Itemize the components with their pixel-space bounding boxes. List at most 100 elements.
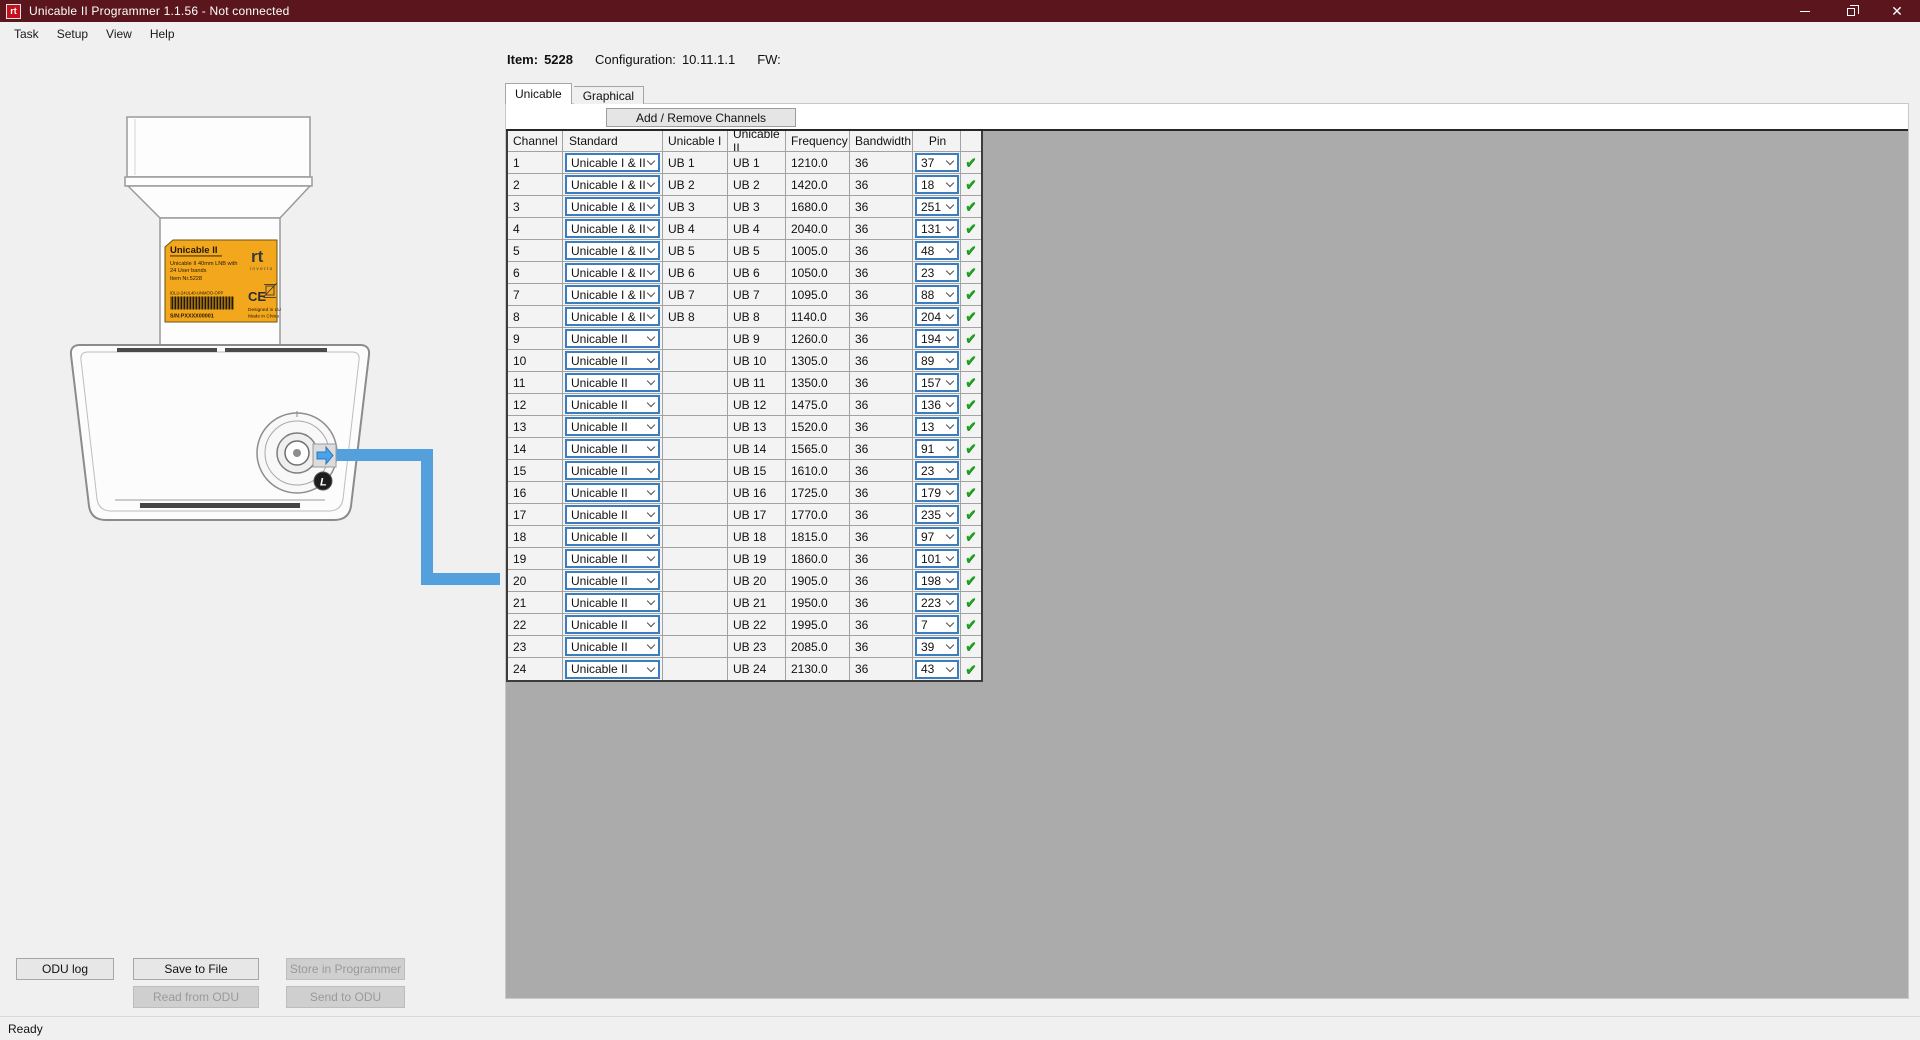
menu-task[interactable]: Task xyxy=(5,24,48,44)
standard-dropdown[interactable]: Unicable II xyxy=(565,461,660,480)
check-icon xyxy=(965,176,977,193)
restore-button[interactable] xyxy=(1828,0,1874,22)
unicable1-cell xyxy=(663,504,728,526)
pin-dropdown[interactable]: 43 xyxy=(915,660,959,679)
chevron-down-icon xyxy=(647,619,655,627)
bandwidth-cell: 36 xyxy=(850,504,913,526)
bandwidth-cell: 36 xyxy=(850,460,913,482)
label-made: Made in China xyxy=(248,314,279,320)
standard-dropdown[interactable]: Unicable II xyxy=(565,483,660,502)
standard-dropdown[interactable]: Unicable II xyxy=(565,527,660,546)
table-row: 23 Unicable II UB 23 2085.0 36 39 xyxy=(508,636,981,658)
standard-dropdown[interactable]: Unicable I & II xyxy=(565,285,660,304)
tab-graphical[interactable]: Graphical xyxy=(574,86,644,104)
standard-dropdown[interactable]: Unicable I & II xyxy=(565,241,660,260)
standard-dropdown[interactable]: Unicable II xyxy=(565,373,660,392)
pin-dropdown[interactable]: 13 xyxy=(915,417,959,436)
chevron-down-icon xyxy=(946,663,954,671)
standard-cell: Unicable II xyxy=(563,570,663,592)
standard-dropdown[interactable]: Unicable II xyxy=(565,329,660,348)
pin-dropdown[interactable]: 101 xyxy=(915,549,959,568)
label-code: IDLU-24UL40-UNMOO-OPP xyxy=(170,291,223,296)
standard-cell: Unicable II xyxy=(563,504,663,526)
standard-dropdown[interactable]: Unicable I & II xyxy=(565,197,660,216)
pin-dropdown[interactable]: 23 xyxy=(915,263,959,282)
close-button[interactable]: ✕ xyxy=(1874,0,1920,22)
pin-dropdown[interactable]: 198 xyxy=(915,571,959,590)
save-to-file-button[interactable]: Save to File xyxy=(133,958,259,980)
chevron-down-icon xyxy=(647,487,655,495)
standard-dropdown[interactable]: Unicable I & II xyxy=(565,307,660,326)
pin-dropdown[interactable]: 204 xyxy=(915,307,959,326)
pin-dropdown[interactable]: 157 xyxy=(915,373,959,392)
chevron-down-icon xyxy=(946,443,954,451)
pin-dropdown[interactable]: 136 xyxy=(915,395,959,414)
standard-dropdown[interactable]: Unicable II xyxy=(565,417,660,436)
pin-dropdown[interactable]: 251 xyxy=(915,197,959,216)
pin-dropdown[interactable]: 235 xyxy=(915,505,959,524)
standard-dropdown[interactable]: Unicable I & II xyxy=(565,219,660,238)
menu-setup[interactable]: Setup xyxy=(48,24,97,44)
standard-dropdown[interactable]: Unicable II xyxy=(565,615,660,634)
pin-dropdown[interactable]: 18 xyxy=(915,175,959,194)
pin-dropdown[interactable]: 48 xyxy=(915,241,959,260)
pin-dropdown[interactable]: 91 xyxy=(915,439,959,458)
pin-dropdown[interactable]: 223 xyxy=(915,593,959,612)
row-valid-cell xyxy=(961,636,981,658)
unicable2-cell: UB 17 xyxy=(728,504,786,526)
label-line2: 24 User bands xyxy=(170,268,207,274)
row-valid-cell xyxy=(961,196,981,218)
check-icon xyxy=(965,550,977,567)
pin-dropdown[interactable]: 23 xyxy=(915,461,959,480)
frequency-cell: 1005.0 xyxy=(786,240,850,262)
unicable1-cell xyxy=(663,592,728,614)
frequency-cell: 1305.0 xyxy=(786,350,850,372)
pin-dropdown[interactable]: 131 xyxy=(915,219,959,238)
pin-cell: 157 xyxy=(913,372,961,394)
standard-dropdown[interactable]: Unicable II xyxy=(565,549,660,568)
check-icon xyxy=(965,462,977,479)
menu-bar: Task Setup View Help xyxy=(0,22,1920,46)
menu-help[interactable]: Help xyxy=(141,24,184,44)
unicable1-cell: UB 6 xyxy=(663,262,728,284)
pin-dropdown[interactable]: 179 xyxy=(915,483,959,502)
table-row: 10 Unicable II UB 10 1305.0 36 89 xyxy=(508,350,981,372)
unicable1-cell: UB 1 xyxy=(663,152,728,174)
standard-cell: Unicable II xyxy=(563,416,663,438)
table-row: 14 Unicable II UB 14 1565.0 36 91 xyxy=(508,438,981,460)
standard-dropdown[interactable]: Unicable II xyxy=(565,439,660,458)
standard-dropdown[interactable]: Unicable II xyxy=(565,505,660,524)
chevron-down-icon xyxy=(946,311,954,319)
minimize-button[interactable] xyxy=(1782,0,1828,22)
standard-dropdown[interactable]: Unicable I & II xyxy=(565,263,660,282)
standard-dropdown[interactable]: Unicable II xyxy=(565,593,660,612)
chevron-down-icon xyxy=(647,377,655,385)
standard-dropdown[interactable]: Unicable II xyxy=(565,351,660,370)
pin-dropdown[interactable]: 194 xyxy=(915,329,959,348)
port-arrow-icon xyxy=(313,444,336,467)
pin-dropdown[interactable]: 7 xyxy=(915,615,959,634)
unicable2-cell: UB 9 xyxy=(728,328,786,350)
standard-dropdown[interactable]: Unicable I & II xyxy=(565,175,660,194)
check-icon xyxy=(965,594,977,611)
pin-dropdown[interactable]: 39 xyxy=(915,637,959,656)
odu-log-button[interactable]: ODU log xyxy=(16,958,114,980)
standard-dropdown[interactable]: Unicable II xyxy=(565,571,660,590)
channel-cell: 24 xyxy=(508,658,563,680)
add-remove-channels-button[interactable]: Add / Remove Channels xyxy=(606,108,796,127)
standard-dropdown[interactable]: Unicable II xyxy=(565,395,660,414)
menu-view[interactable]: View xyxy=(97,24,141,44)
standard-dropdown[interactable]: Unicable II xyxy=(565,660,660,679)
pin-dropdown[interactable]: 97 xyxy=(915,527,959,546)
chevron-down-icon xyxy=(647,311,655,319)
row-valid-cell xyxy=(961,548,981,570)
pin-dropdown[interactable]: 88 xyxy=(915,285,959,304)
standard-dropdown[interactable]: Unicable II xyxy=(565,637,660,656)
pin-dropdown[interactable]: 37 xyxy=(915,153,959,172)
check-icon xyxy=(965,528,977,545)
standard-dropdown[interactable]: Unicable I & II xyxy=(565,153,660,172)
pin-dropdown[interactable]: 89 xyxy=(915,351,959,370)
row-valid-cell xyxy=(961,438,981,460)
frequency-cell: 1610.0 xyxy=(786,460,850,482)
tab-unicable[interactable]: Unicable xyxy=(505,83,572,104)
